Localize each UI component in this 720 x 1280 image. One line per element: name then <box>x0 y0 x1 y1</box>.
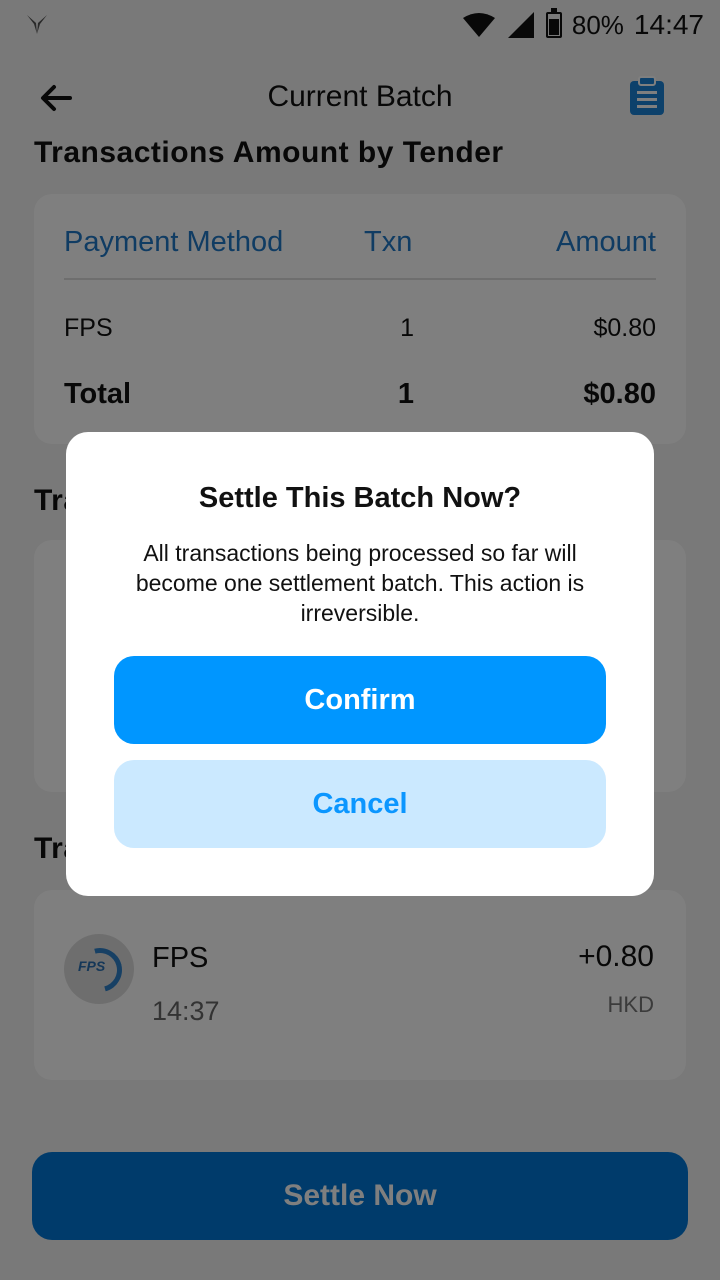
dialog-message: All transactions being processed so far … <box>135 540 585 626</box>
cancel-button[interactable]: Cancel <box>114 760 606 848</box>
settle-confirm-dialog: Settle This Batch Now? All transactions … <box>66 432 654 896</box>
confirm-button[interactable]: Confirm <box>114 656 606 744</box>
dialog-title: Settle This Batch Now? <box>198 482 522 514</box>
